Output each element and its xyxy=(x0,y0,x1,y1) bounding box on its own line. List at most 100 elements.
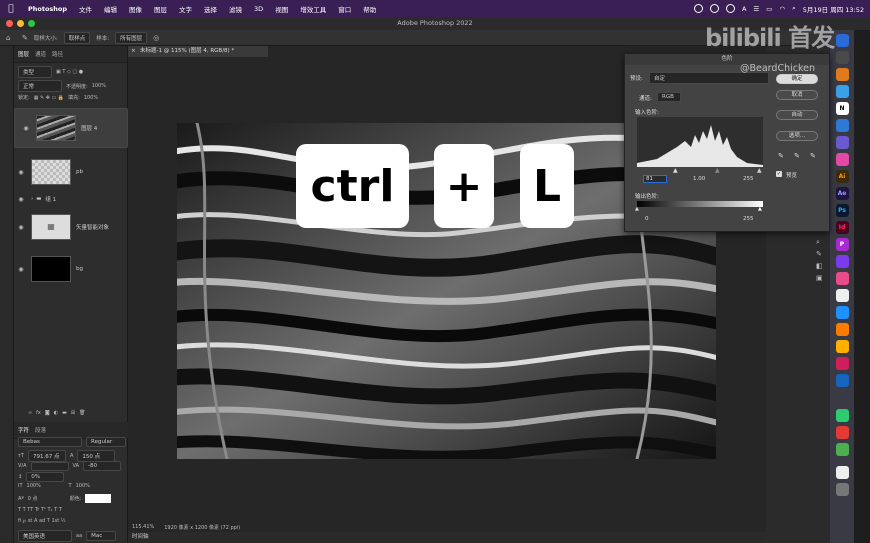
cancel-button[interactable]: 取消 xyxy=(776,90,818,100)
layer-row[interactable]: ◉ ▦ 矢量智能对象 xyxy=(14,207,128,247)
wifi-icon[interactable]: ◠ xyxy=(779,5,785,13)
dock-app-icon[interactable] xyxy=(835,409,849,422)
dock-app-icon[interactable] xyxy=(835,272,849,285)
color-swatch[interactable] xyxy=(85,494,112,503)
clock-icon[interactable] xyxy=(709,4,719,13)
dock-app-icon[interactable] xyxy=(835,426,849,439)
opentype-buttons[interactable]: fi ℘ st A ad T 1st ½ xyxy=(18,518,66,524)
output-white-slider[interactable]: ▲ xyxy=(758,206,762,212)
zoom-window-icon[interactable] xyxy=(28,20,35,27)
home-icon[interactable]: ⌂ xyxy=(6,34,10,42)
dock-app-icon[interactable] xyxy=(835,443,849,456)
magnify-icon[interactable]: ⌕ xyxy=(816,236,823,248)
menu-view[interactable]: 视图 xyxy=(269,4,294,14)
dock-app-icon[interactable] xyxy=(835,51,849,64)
sample-select[interactable]: 所有图层 xyxy=(115,31,148,44)
white-eyedropper-icon[interactable]: ✎ xyxy=(810,152,816,160)
menu-filter[interactable]: 滤镜 xyxy=(223,4,248,14)
dock-app-icon[interactable] xyxy=(835,119,849,132)
dock-photoshop-icon[interactable]: Ps xyxy=(835,204,849,217)
input-gamma-value[interactable]: 1.00 xyxy=(693,176,705,182)
folder-icon[interactable]: ▬ xyxy=(62,410,67,416)
menu-app[interactable]: Photoshop xyxy=(22,5,73,13)
adjustment-icon[interactable]: ◐ xyxy=(54,410,58,416)
close-window-icon[interactable] xyxy=(6,20,13,27)
menu-window[interactable]: 窗口 xyxy=(332,4,357,14)
visibility-eye-icon[interactable]: ◉ xyxy=(14,196,28,203)
dock-app-icon[interactable] xyxy=(835,136,849,149)
eyedropper-tool-icon[interactable]: ✎ xyxy=(22,34,28,42)
chevron-right-icon[interactable]: › xyxy=(31,196,33,202)
dock-app-icon[interactable] xyxy=(835,357,849,370)
faux-bold-button[interactable]: T T TT Tr T¹ T₁ T T xyxy=(18,507,62,513)
zoom-value[interactable]: 115.41% xyxy=(132,524,154,530)
ok-button[interactable]: 确定 xyxy=(776,74,818,84)
menu-layer[interactable]: 图层 xyxy=(148,4,173,14)
link-icon[interactable]: ∞ xyxy=(28,410,32,416)
a-icon[interactable]: A xyxy=(742,5,746,13)
scale-v-input[interactable]: 0% xyxy=(26,472,65,482)
tracking-input[interactable]: -80 xyxy=(83,461,122,471)
dock-app-icon[interactable] xyxy=(835,289,849,302)
preview-checkbox[interactable]: ✓ xyxy=(776,171,782,177)
battery-icon[interactable]: ▭ xyxy=(766,5,772,13)
menu-select[interactable]: 选择 xyxy=(198,4,223,14)
sample-size-select[interactable]: 取样点 xyxy=(63,31,91,44)
minimize-window-icon[interactable] xyxy=(17,20,24,27)
visibility-eye-icon[interactable]: ◉ xyxy=(19,125,33,132)
dock-app-icon[interactable] xyxy=(835,34,849,47)
menu-file[interactable]: 文件 xyxy=(73,4,98,14)
visibility-eye-icon[interactable]: ◉ xyxy=(14,266,28,273)
output-black-slider[interactable]: ▲ xyxy=(635,206,639,212)
dock-notion-icon[interactable]: N xyxy=(835,102,849,115)
dock-app-icon[interactable] xyxy=(835,153,849,166)
dock-p-icon[interactable]: P xyxy=(835,238,849,251)
control-center-icon[interactable]: ☰ xyxy=(753,5,759,13)
tab-paragraph[interactable]: 段落 xyxy=(35,426,46,434)
trash-icon[interactable] xyxy=(835,483,849,496)
apple-icon[interactable]:  xyxy=(0,4,22,14)
menu-type[interactable]: 文字 xyxy=(173,4,198,14)
menu-3d[interactable]: 3D xyxy=(248,5,269,13)
trash-icon[interactable]: 🗑 xyxy=(79,410,85,416)
white-point-slider[interactable]: ▲ xyxy=(757,167,762,174)
settings-icon[interactable]: ◎ xyxy=(153,34,159,42)
timeline-panel[interactable]: 时间轴 xyxy=(128,532,768,543)
visibility-eye-icon[interactable]: ◉ xyxy=(14,224,28,231)
gray-eyedropper-icon[interactable]: ✎ xyxy=(794,152,800,160)
channel-select[interactable]: RGB xyxy=(657,92,681,102)
menu-plugins[interactable]: 增效工具 xyxy=(294,4,332,14)
dock-blender-icon[interactable] xyxy=(835,323,849,336)
close-tab-icon[interactable]: × xyxy=(131,46,136,57)
opacity-value[interactable]: 100% xyxy=(92,83,106,89)
fx-icon[interactable]: fx xyxy=(36,410,41,416)
layer-row[interactable]: ◉ 图层 4 xyxy=(14,108,128,148)
dock-app-icon[interactable] xyxy=(835,306,849,319)
dock-app-icon[interactable] xyxy=(835,374,849,387)
menu-help[interactable]: 帮助 xyxy=(357,4,382,14)
screen-mode-icon[interactable]: ▣ xyxy=(816,272,823,284)
layer-row[interactable]: ◉ bg xyxy=(14,249,128,289)
kerning-input[interactable] xyxy=(30,461,69,471)
new-layer-icon[interactable]: ⊞ xyxy=(71,410,75,416)
blend-mode-select[interactable]: 正常 xyxy=(18,80,62,92)
mask-icon[interactable]: ◙ xyxy=(45,410,50,416)
baseline-value[interactable]: 0 点 xyxy=(28,495,66,502)
document-tab[interactable]: × 未标题-1 @ 115% (图层 4, RGB/8) * xyxy=(128,46,268,57)
dock-document-icon[interactable] xyxy=(835,466,849,479)
tab-paths[interactable]: 路径 xyxy=(52,50,63,58)
layer-row[interactable]: ◉ pb xyxy=(14,152,128,192)
dock-app-icon[interactable] xyxy=(835,68,849,81)
options-button[interactable]: 选项... xyxy=(776,131,818,141)
font-style-select[interactable]: Regular xyxy=(86,437,126,447)
swap-colors-icon[interactable]: ◧ xyxy=(816,260,823,272)
dock-indesign-icon[interactable]: Id xyxy=(835,221,849,234)
antialias-select[interactable]: Mac xyxy=(86,531,117,541)
fill-value[interactable]: 100% xyxy=(84,95,98,101)
dock-app-icon[interactable] xyxy=(835,255,849,268)
visibility-eye-icon[interactable]: ◉ xyxy=(14,169,28,176)
input-black-field[interactable]: 81 xyxy=(643,175,667,183)
dock-illustrator-icon[interactable]: Ai xyxy=(835,170,849,183)
lock-icons[interactable]: ▦ ✎ ✥ ▭ 🔒 xyxy=(34,95,64,101)
dock-app-icon[interactable] xyxy=(835,340,849,353)
